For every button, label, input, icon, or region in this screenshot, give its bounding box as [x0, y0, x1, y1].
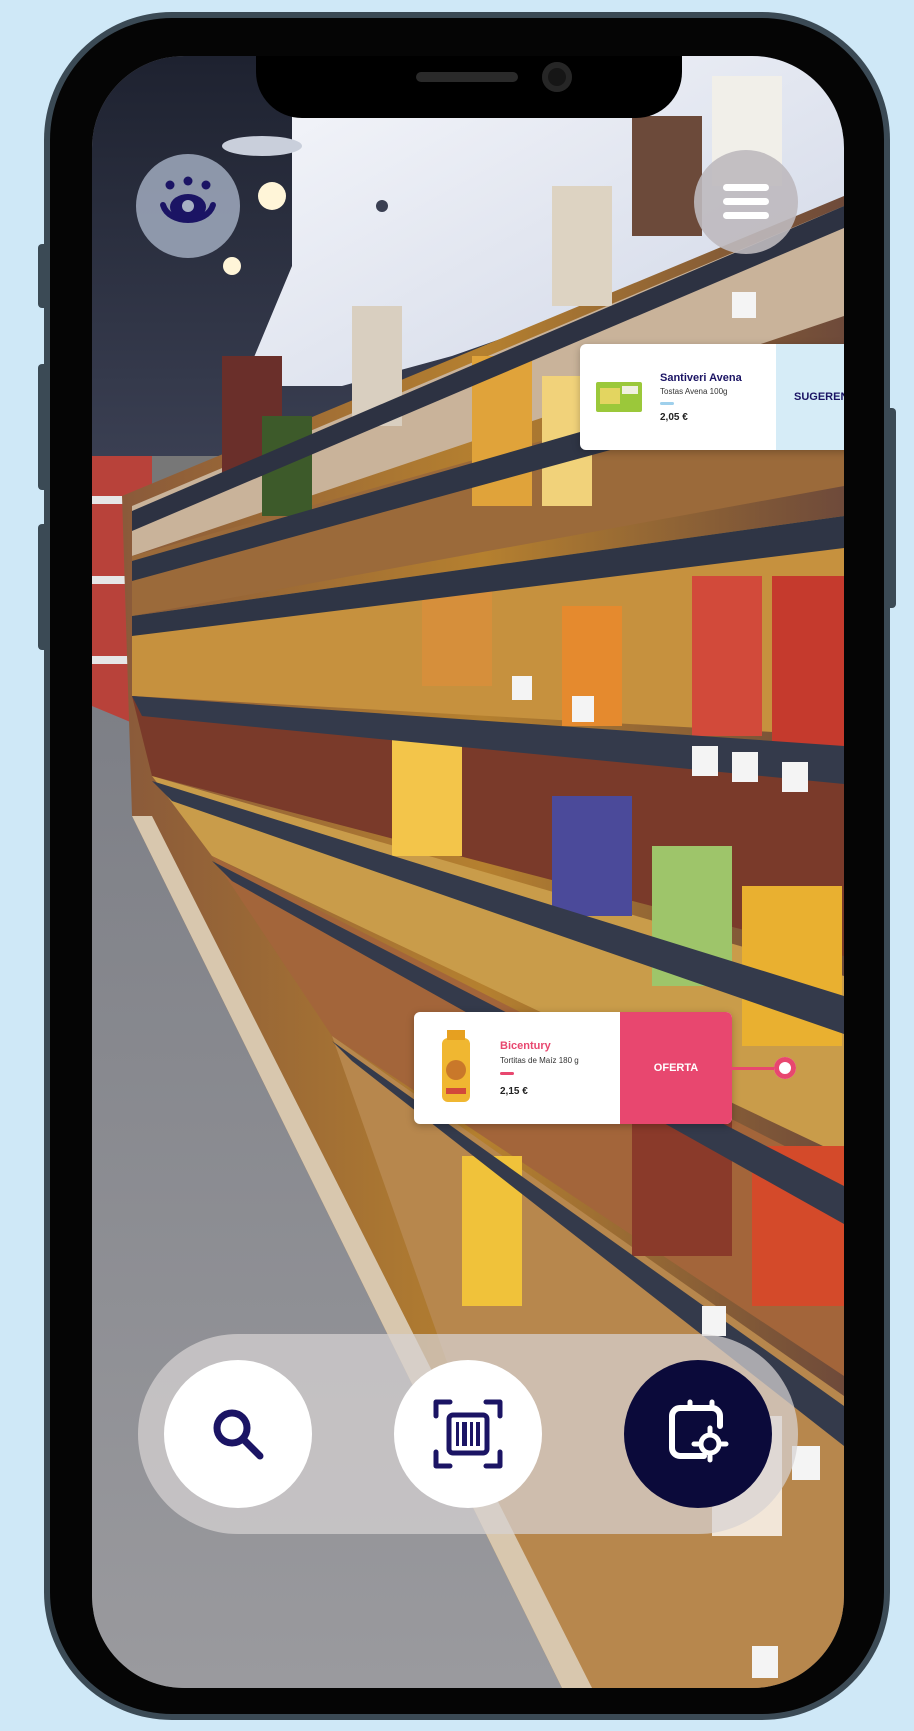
product-description: Tostas Avena 100g: [660, 387, 728, 396]
barcode-scan-icon: [433, 1399, 503, 1469]
product-description: Tortitas de Maíz 180 g: [500, 1056, 579, 1065]
logo-button[interactable]: [136, 154, 240, 258]
notch: [256, 56, 682, 118]
front-camera: [542, 62, 572, 92]
eye-logo-icon: [160, 176, 216, 223]
search-icon: [213, 1409, 264, 1460]
search-button[interactable]: [164, 1360, 312, 1508]
product-name: Bicentury: [500, 1040, 551, 1052]
product-price: 2,05 €: [660, 412, 688, 423]
suggestion-tag[interactable]: SUGEREN: [776, 344, 844, 450]
anchor-dot[interactable]: [774, 1057, 796, 1079]
offer-tag[interactable]: OFERTA: [620, 1012, 732, 1124]
hamburger-icon: [723, 184, 769, 219]
anchor-connector: [732, 1067, 780, 1070]
product-thumbnail: [442, 1030, 470, 1102]
speaker-grille: [416, 72, 518, 82]
accent-dash: [660, 402, 674, 405]
menu-button[interactable]: [694, 150, 798, 254]
bottom-action-bar: [138, 1334, 798, 1534]
product-card-offer[interactable]: Bicentury Tortitas de Maíz 180 g 2,15 € …: [414, 1012, 732, 1124]
barcode-scan-button[interactable]: [394, 1360, 542, 1508]
accent-dash: [500, 1072, 514, 1075]
ar-scan-button[interactable]: [624, 1360, 772, 1508]
product-price: 2,15 €: [500, 1086, 528, 1097]
ar-scan-icon: [669, 1399, 729, 1463]
product-name: Santiveri Avena: [660, 372, 742, 384]
product-thumbnail: [596, 382, 642, 412]
product-card-suggestion[interactable]: Santiveri Avena Tostas Avena 100g 2,05 €…: [580, 344, 844, 450]
